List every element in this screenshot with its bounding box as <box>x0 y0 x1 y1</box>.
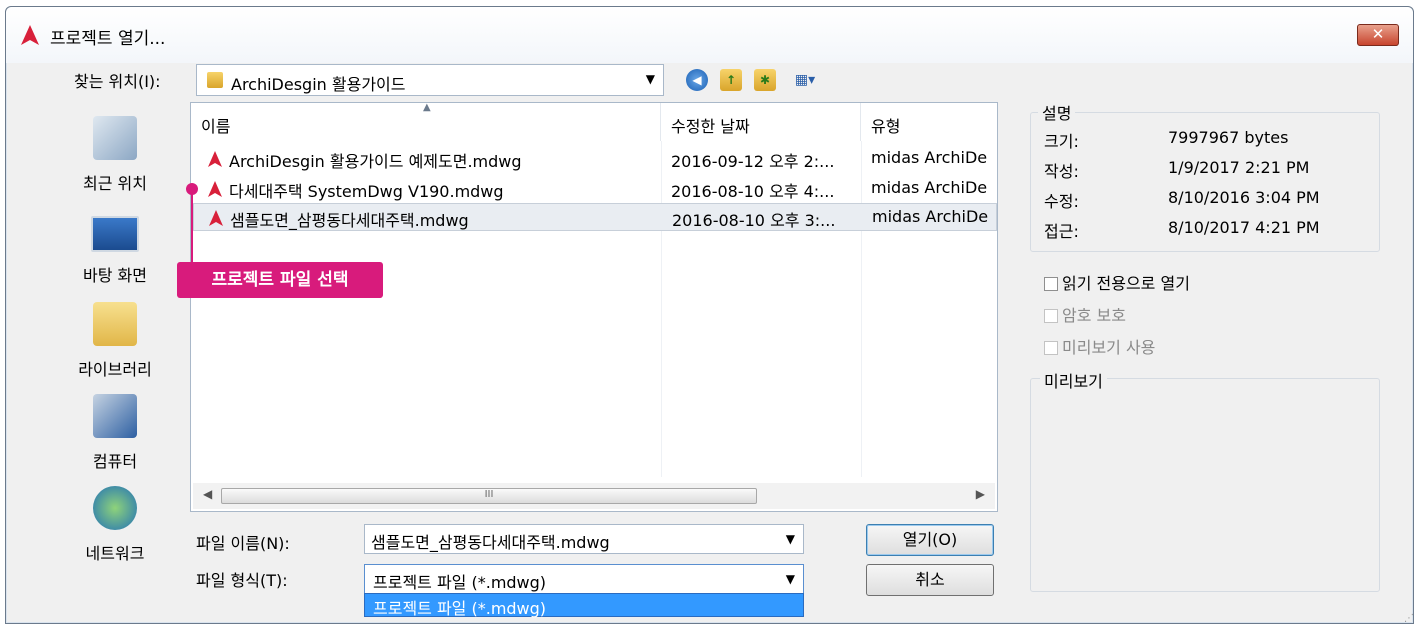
column-header-name[interactable]: ▲ 이름 <box>191 103 661 141</box>
app-icon <box>21 25 39 45</box>
checkbox-box[interactable] <box>1044 277 1058 291</box>
horizontal-scrollbar[interactable]: ◀ III ▶ <box>193 483 995 509</box>
file-row[interactable]: ArchiDesgin 활용가이드 예제도면.mdwg 2016-09-12 오… <box>193 145 997 173</box>
info-row-size: 크기: 7997967 bytes <box>1044 128 1288 152</box>
file-name: 샘플도면_삼평동다세대주택.mdwg <box>230 211 469 230</box>
chevron-down-icon[interactable]: ▼ <box>786 572 795 586</box>
info-legend: 설명 <box>1038 100 1076 124</box>
computer-icon <box>93 394 137 438</box>
checkbox-label: 읽기 전용으로 열기 <box>1062 274 1190 293</box>
callout-label: 프로젝트 파일 선택 <box>177 262 383 298</box>
place-network[interactable]: 네트워크 <box>48 486 182 564</box>
info-value: 8/10/2017 4:21 PM <box>1168 218 1320 237</box>
column-header-label: 이름 <box>201 117 231 136</box>
up-folder-icon[interactable]: ↑ <box>720 69 742 91</box>
place-label: 라이브러리 <box>78 360 152 379</box>
checkbox-box <box>1044 341 1058 355</box>
column-header-date[interactable]: 수정한 날짜 <box>661 103 861 141</box>
column-header-label: 유형 <box>871 117 901 136</box>
cancel-button[interactable]: 취소 <box>866 564 994 596</box>
title-bar[interactable]: 프로젝트 열기... ✕ <box>6 7 1413 63</box>
file-type: midas ArchiDe <box>871 148 988 167</box>
info-value: 1/9/2017 2:21 PM <box>1168 158 1310 177</box>
column-header-type[interactable]: 유형 <box>861 103 997 141</box>
desktop-icon <box>91 216 139 252</box>
file-name-value: 샘플도면_삼평동다세대주택.mdwg <box>371 533 610 552</box>
file-type-label: 파일 형식(T): <box>196 571 288 590</box>
place-label: 컴퓨터 <box>92 452 138 471</box>
info-row-accessed: 접근: 8/10/2017 4:21 PM <box>1044 218 1320 242</box>
look-in-label: 찾는 위치(I): <box>74 72 161 91</box>
file-row-selected[interactable]: 샘플도면_삼평동다세대주택.mdwg 2016-08-10 오후 3:... m… <box>193 203 997 231</box>
look-in-value: ArchiDesgin 활용가이드 <box>231 75 406 94</box>
callout-dot <box>186 183 198 195</box>
file-type: midas ArchiDe <box>871 178 988 197</box>
place-label: 네트워크 <box>85 544 145 563</box>
file-type-option-label: 프로젝트 파일 (*.mdwg) <box>373 599 547 618</box>
scroll-right-icon[interactable]: ▶ <box>976 487 985 501</box>
place-recent[interactable]: 최근 위치 <box>48 116 182 194</box>
preview-legend: 미리보기 <box>1040 368 1107 392</box>
checkbox-label: 미리보기 사용 <box>1062 338 1156 357</box>
file-type: midas ArchiDe <box>872 207 989 226</box>
view-menu-icon[interactable]: ▦▾ <box>788 69 822 91</box>
info-label: 접근: <box>1044 222 1079 241</box>
scrollbar-thumb[interactable]: III <box>221 488 757 504</box>
file-modified: 2016-08-10 오후 4:... <box>671 182 835 201</box>
file-modified: 2016-08-10 오후 3:... <box>672 211 836 230</box>
file-modified: 2016-09-12 오후 2:... <box>671 152 835 171</box>
look-in-combo[interactable]: ArchiDesgin 활용가이드 ▼ <box>196 64 664 96</box>
resize-grip-icon[interactable]: ⋰ <box>1404 613 1414 624</box>
file-name-label: 파일 이름(N): <box>196 534 290 553</box>
mdwg-file-icon <box>208 181 222 197</box>
chevron-down-icon[interactable]: ▼ <box>646 72 655 86</box>
mdwg-file-icon <box>208 151 222 167</box>
file-name: ArchiDesgin 활용가이드 예제도면.mdwg <box>229 152 522 171</box>
place-label: 최근 위치 <box>83 174 147 193</box>
info-row-modified: 수정: 8/10/2016 3:04 PM <box>1044 188 1320 212</box>
back-icon[interactable]: ◀ <box>686 69 708 91</box>
checkbox-box <box>1044 309 1058 323</box>
place-label: 바탕 화면 <box>83 266 147 285</box>
read-only-checkbox[interactable]: 읽기 전용으로 열기 <box>1044 270 1190 294</box>
info-value: 8/10/2016 3:04 PM <box>1168 188 1320 207</box>
file-type-select[interactable]: 프로젝트 파일 (*.mdwg) ▼ <box>364 564 804 594</box>
scroll-left-icon[interactable]: ◀ <box>203 487 212 501</box>
info-row-created: 작성: 1/9/2017 2:21 PM <box>1044 158 1309 182</box>
password-checkbox: 암호 보호 <box>1044 302 1126 326</box>
preview-pane <box>1030 378 1380 592</box>
file-row[interactable]: 다세대주택 SystemDwg V190.mdwg 2016-08-10 오후 … <box>193 175 997 203</box>
info-label: 작성: <box>1044 162 1079 181</box>
file-name-input[interactable]: 샘플도면_삼평동다세대주택.mdwg ▼ <box>364 524 804 554</box>
sort-ascending-icon: ▲ <box>423 102 431 113</box>
file-type-option[interactable]: 프로젝트 파일 (*.mdwg) <box>364 593 804 618</box>
navigation-toolbar: ◀ ↑ ✱ ▦▾ <box>686 66 822 94</box>
preview-checkbox: 미리보기 사용 <box>1044 334 1155 358</box>
place-desktop[interactable]: 바탕 화면 <box>48 216 182 286</box>
file-name: 다세대주택 SystemDwg V190.mdwg <box>229 182 504 201</box>
open-button[interactable]: 열기(O) <box>866 524 994 556</box>
info-label: 수정: <box>1044 192 1079 211</box>
place-computer[interactable]: 컴퓨터 <box>48 394 182 472</box>
folder-icon <box>207 72 223 88</box>
recent-places-icon <box>93 116 137 160</box>
file-type-value: 프로젝트 파일 (*.mdwg) <box>373 573 547 592</box>
network-icon <box>93 486 137 530</box>
file-list[interactable]: ▲ 이름 수정한 날짜 유형 ArchiDesgin 활용가이드 예제도면.md… <box>190 102 998 512</box>
new-folder-icon[interactable]: ✱ <box>754 69 776 91</box>
mdwg-file-icon <box>209 210 223 226</box>
column-header-label: 수정한 날짜 <box>671 117 750 136</box>
window-title: 프로젝트 열기... <box>50 29 166 49</box>
checkbox-label: 암호 보호 <box>1062 306 1126 325</box>
place-libraries[interactable]: 라이브러리 <box>48 302 182 380</box>
info-label: 크기: <box>1044 132 1079 151</box>
close-button[interactable]: ✕ <box>1357 24 1399 46</box>
info-value: 7997967 bytes <box>1168 128 1289 147</box>
places-bar: 최근 위치 바탕 화면 라이브러리 컴퓨터 네트워크 <box>48 106 182 586</box>
libraries-icon <box>93 302 137 346</box>
chevron-down-icon[interactable]: ▼ <box>786 532 795 546</box>
